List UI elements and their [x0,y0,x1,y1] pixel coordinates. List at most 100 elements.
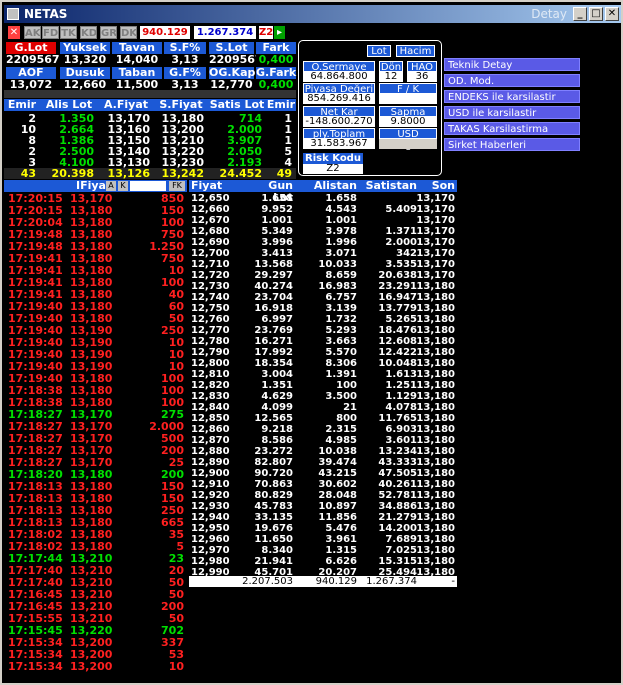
close-icon[interactable]: ✕ [8,26,20,39]
price-row[interactable]: 12,660 9.952 4.543 5.409 13,170 [189,204,457,215]
menu-item[interactable]: ENDEKS ile karsilastir [444,90,580,103]
tab-strip[interactable] [4,90,296,98]
netkar-value: -148.600.270 [303,117,375,127]
price-row[interactable]: 12,830 4.629 3.500 1.129 13,180 [189,391,457,402]
price-cell: 13,180 [416,523,455,534]
price-row[interactable]: 12,760 6.997 1.732 5.265 13,180 [189,314,457,325]
main-window: NETAS Detay _ □ ✕ ✕ AK FD TK KD GR DK 940.129… [0,0,623,685]
price-row[interactable]: 12,820 1.351 100 1.251 13,180 [189,380,457,391]
menu-item[interactable]: TAKAS Karsilastirma [444,122,580,135]
minimize-button[interactable]: _ [573,7,587,21]
sort-a-button[interactable]: A [106,181,116,191]
price-row[interactable]: 12,940 33.135 11.856 21.279 13,180 [189,512,457,523]
price-row[interactable]: 12,700 3.413 3.071 342 13,170 [189,248,457,259]
price-cell: 90.720 [254,468,293,479]
price-cell: 12,760 [191,314,230,325]
price-row[interactable]: 12,860 9.218 2.315 6.903 13,180 [189,424,457,435]
ply-value: 31.583.967 [303,139,375,149]
hacim-button[interactable]: Hacim [396,45,435,57]
market-depth: Emir Alis Lot A.Fiyat S.Fiyat Satis Lot Emir 2… [4,99,296,179]
price-row[interactable]: 12,910 70.863 30.602 40.261 13,180 [189,479,457,490]
sort-k-button[interactable]: K [118,181,128,191]
price-row[interactable]: 12,770 23.769 5.293 18.476 13,180 [189,325,457,336]
price-row[interactable]: 12,720 29.297 8.659 20.638 13,170 [189,270,457,281]
price-row[interactable]: 12,950 19.676 5.476 14.200 13,180 [189,523,457,534]
trade-row[interactable]: 17:15:34 13,200 10 [4,661,187,673]
price-cell: 70.863 [254,479,293,490]
price-cell: 12,810 [191,369,230,380]
price-row[interactable]: 12,890 82.807 39.474 43.333 13,180 [189,457,457,468]
filter-input[interactable] [130,181,166,191]
price-row[interactable]: 12,920 80.829 28.048 52.781 13,180 [189,490,457,501]
prices-header-cell[interactable]: Fiyat [191,180,223,192]
maximize-button[interactable]: □ [589,7,603,21]
toolbar-button-dk[interactable]: DK [120,26,137,39]
price-row[interactable]: 12,710 13.568 10.033 3.535 13,170 [189,259,457,270]
price-cell: 28.048 [318,490,357,501]
prices-header-cell[interactable]: Satistan [361,180,417,192]
price-row[interactable]: 12,960 11.650 3.961 7.689 13,180 [189,534,457,545]
price-row[interactable]: 12,730 40.274 16.983 23.291 13,180 [189,281,457,292]
price-cell: 2.315 [325,424,357,435]
risk-value: Z2 [303,164,363,174]
price-cell: 13,180 [416,336,455,347]
prices-header-cell[interactable]: Alistan [299,180,357,192]
prices-header-cell[interactable]: Son [421,180,455,192]
price-cell: 12,840 [191,402,230,413]
toolbar-button-tk[interactable]: TK [60,26,77,39]
price-row[interactable]: 12,870 8.586 4.985 3.601 13,180 [189,435,457,446]
depth-header: Emir [266,98,296,111]
price-cell: 12,780 [191,336,230,347]
price-row[interactable]: 12,980 21.941 6.626 15.315 13,180 [189,556,457,567]
price-cell: 8.659 [325,270,357,281]
toolbar-button-fd[interactable]: FD [42,26,59,39]
price-row[interactable]: 12,970 8.340 1.315 7.025 13,180 [189,545,457,556]
summary-value: 0,400 [256,54,296,66]
price-cell: 12,900 [191,468,230,479]
price-cell: 39.474 [318,457,357,468]
depth-header: Emir [4,99,40,111]
price-cell: 12,940 [191,512,230,523]
price-row[interactable]: 12,740 23.704 6.757 16.947 13,180 [189,292,457,303]
price-row[interactable]: 12,930 45.783 10.897 34.886 13,180 [189,501,457,512]
price-row[interactable]: 12,850 12.565 800 11.765 13,180 [189,413,457,424]
price-cell: 12,790 [191,347,230,358]
menu-item[interactable]: Sirket Haberleri [444,138,580,151]
price-row[interactable]: 12,900 90.720 43.215 47.505 13,180 [189,468,457,479]
price-row[interactable]: 12,690 3.996 1.996 2.000 13,170 [189,237,457,248]
price-row[interactable]: 12,840 4.099 21 4.078 13,180 [189,402,457,413]
price-row[interactable]: 12,790 17.992 5.570 12.422 13,180 [189,347,457,358]
price-cell: 30.602 [318,479,357,490]
toolbar-button-kd[interactable]: KD [80,26,97,39]
price-row[interactable]: 12,650 1.658 1.658 13,170 [189,193,457,204]
price-row[interactable]: 12,750 16.918 3.139 13.779 13,180 [189,303,457,314]
toolbar-button-ak[interactable]: AK [24,26,41,39]
price-row[interactable]: 12,670 1.001 1.001 13,170 [189,215,457,226]
fk-button[interactable]: FK [169,181,185,191]
price-cell: 13,180 [416,369,455,380]
close-window-button[interactable]: ✕ [605,7,619,21]
price-row[interactable]: 12,800 18.354 8.306 10.048 13,180 [189,358,457,369]
price-cell: 40.274 [254,281,293,292]
arrow-right-icon[interactable]: ▸ [274,26,285,39]
price-cell: 12,740 [191,292,230,303]
price-cell: 8.340 [261,545,293,556]
price-cell: 43.215 [318,468,357,479]
price-cell: 13,180 [416,512,455,523]
price-row[interactable]: 12,780 16.271 3.663 12.608 13,180 [189,336,457,347]
price-cell: 12,930 [191,501,230,512]
price-cell: 1.351 [261,380,293,391]
usd-button[interactable]: USD Değeri [379,128,437,151]
price-row[interactable]: 12,880 23.272 10.038 13.234 13,180 [189,446,457,457]
menu-item[interactable]: USD ile karsilastir [444,106,580,119]
menu-item[interactable]: OD. Mod. [444,74,580,87]
lot-button[interactable]: Lot [367,45,391,57]
menu-item[interactable]: Teknik Detay [444,58,580,71]
price-total-cell: - [451,576,455,587]
price-row[interactable]: 12,680 5.349 3.978 1.371 13,170 [189,226,457,237]
toolbar-button-gr[interactable]: GR [100,26,117,39]
price-row[interactable]: 12,810 3.004 1.391 1.613 13,180 [189,369,457,380]
price-cell: 13,180 [416,292,455,303]
price-cell: 6.626 [325,556,357,567]
price-cell: 12,720 [191,270,230,281]
